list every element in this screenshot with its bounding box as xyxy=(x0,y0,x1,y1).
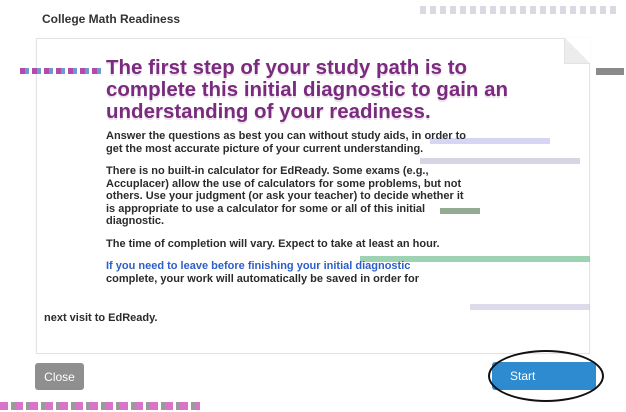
close-button[interactable]: Close xyxy=(35,363,84,390)
card-corner-fold xyxy=(564,38,590,64)
save-progress-text: complete, your work will automatically b… xyxy=(106,272,419,285)
dialog-body: Answer the questions as best you can wit… xyxy=(106,130,466,295)
highlight-bar xyxy=(470,304,590,310)
bottom-artifact-strip xyxy=(0,402,200,410)
top-status-strip xyxy=(420,6,620,14)
app-title: College Math Readiness xyxy=(42,12,181,26)
calculator-paragraph: There is no built-in calculator for EdRe… xyxy=(106,165,464,227)
completion-time-paragraph: The time of completion will vary. Expect… xyxy=(106,237,440,250)
leave-early-link[interactable]: If you need to leave before finishing yo… xyxy=(106,260,410,272)
dialog-headline: The first step of your study path is to … xyxy=(106,56,509,123)
start-button-focus-ring xyxy=(488,350,604,402)
instructions-paragraph: Answer the questions as best you can wit… xyxy=(106,130,466,155)
save-progress-paragraph: If you need to leave before finishing yo… xyxy=(106,260,466,285)
left-artifact-marker xyxy=(20,68,102,74)
next-visit-text: next visit to EdReady. xyxy=(44,312,158,324)
right-artifact-strip xyxy=(596,68,624,75)
